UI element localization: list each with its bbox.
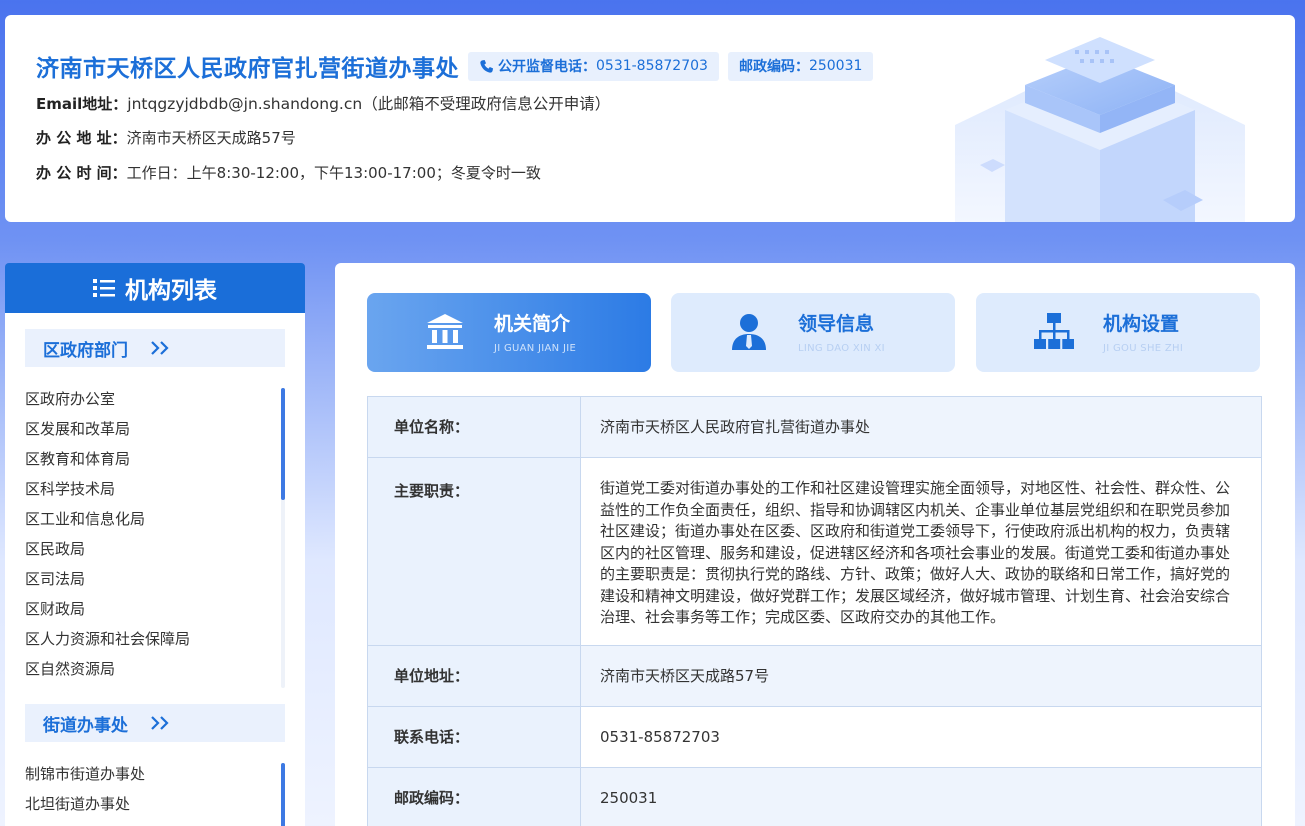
list-item[interactable]: 北坦街道办事处 xyxy=(25,789,285,819)
tab-org-structure[interactable]: 机构设置 JI GOU SHE ZHI xyxy=(976,293,1260,372)
zip-code-label: 邮政编码： xyxy=(367,766,581,826)
list-item[interactable]: 区民政局 xyxy=(25,534,285,564)
hours-label: 办 公 时 间： xyxy=(36,164,127,182)
section-title: 区政府部门 xyxy=(43,340,128,361)
section-government-departments[interactable]: 区政府部门 xyxy=(25,329,285,367)
address-line: 办 公 地 址：济南市天桥区天成路57号 xyxy=(36,127,296,148)
institution-info-table: 单位名称： 济南市天桥区人民政府官扎营街道办事处 主要职责： 街道党工委对街道办… xyxy=(367,396,1262,826)
double-chevron-right-icon xyxy=(151,341,169,355)
street-office-list: 制锦市街道办事处 北坦街道办事处 xyxy=(25,759,285,819)
department-list-scrollbar[interactable] xyxy=(281,388,285,688)
building-illustration-icon xyxy=(955,37,1245,222)
org-chart-icon xyxy=(1034,313,1074,349)
tab-title: 领导信息 xyxy=(798,313,875,335)
hours-value: 工作日：上午8:30-12:00，下午13:00-17:00；冬夏令时一致 xyxy=(126,164,541,182)
zip-value: 250031 xyxy=(808,58,863,74)
unit-address-value: 济南市天桥区天成路57号 xyxy=(580,644,1262,707)
table-row: 联系电话： 0531-85872703 xyxy=(367,705,1262,768)
list-item[interactable]: 区发展和改革局 xyxy=(25,414,285,444)
department-list: 区政府办公室 区发展和改革局 区教育和体育局 区科学技术局 区工业和信息化局 区… xyxy=(25,384,285,684)
zip-badge: 邮政编码： 250031 xyxy=(727,51,874,81)
email-label: Email地址： xyxy=(36,95,128,113)
sidebar-header: 机构列表 xyxy=(5,263,305,313)
sidebar-title: 机构列表 xyxy=(125,278,217,304)
hours-line: 办 公 时 间：工作日：上午8:30-12:00，下午13:00-17:00；冬… xyxy=(36,162,541,183)
institution-icon xyxy=(427,314,463,349)
list-item[interactable]: 区人力资源和社会保障局 xyxy=(25,624,285,654)
tab-title: 机关简介 xyxy=(494,313,571,335)
unit-address-label: 单位地址： xyxy=(367,644,581,707)
address-label: 办 公 地 址： xyxy=(36,129,127,147)
section-title: 街道办事处 xyxy=(43,715,128,736)
table-row: 主要职责： 街道党工委对街道办事处的工作和社区建设管理实施全面领导，对地区性、社… xyxy=(367,457,1262,646)
street-list-scrollbar[interactable] xyxy=(281,763,285,826)
contact-phone-label: 联系电话： xyxy=(367,705,581,768)
unit-name-value: 济南市天桥区人民政府官扎营街道办事处 xyxy=(580,396,1262,458)
email-line: Email地址：jntqgzyjdbdb@jn.shandong.cn（此邮箱不… xyxy=(36,92,610,114)
contact-phone-value: 0531-85872703 xyxy=(580,705,1262,768)
zip-label: 邮政编码： xyxy=(738,59,809,75)
tab-subtitle: JI GOU SHE ZHI xyxy=(1103,343,1184,354)
table-row: 邮政编码： 250031 xyxy=(367,766,1262,826)
list-item[interactable]: 区教育和体育局 xyxy=(25,444,285,474)
tab-title: 机构设置 xyxy=(1103,313,1180,335)
phone-label: 公开监督电话： xyxy=(498,59,596,75)
list-item[interactable]: 区自然资源局 xyxy=(25,654,285,684)
header-card: 济南市天桥区人民政府官扎营街道办事处 公开监督电话： 0531-85872703… xyxy=(5,15,1295,222)
sidebar: 区政府部门 区政府办公室 区发展和改革局 区教育和体育局 区科学技术局 区工业和… xyxy=(5,313,305,826)
list-icon xyxy=(93,279,115,297)
unit-name-label: 单位名称： xyxy=(367,396,581,458)
main-panel: 机关简介 JI GUAN JIAN JIE 领导信息 LING DAO XIN … xyxy=(335,263,1295,826)
list-item[interactable]: 制锦市街道办事处 xyxy=(25,759,285,789)
email-value: jntqgzyjdbdb@jn.shandong.cn（此邮箱不受理政府信息公开… xyxy=(127,95,611,113)
phone-badge: 公开监督电话： 0531-85872703 xyxy=(468,51,719,81)
duty-value: 街道党工委对街道办事处的工作和社区建设管理实施全面领导，对地区性、社会性、群众性… xyxy=(580,457,1262,646)
address-value: 济南市天桥区天成路57号 xyxy=(126,129,296,147)
page-title: 济南市天桥区人民政府官扎营街道办事处 xyxy=(36,56,459,82)
scrollbar-thumb[interactable] xyxy=(281,388,285,500)
duty-label: 主要职责： xyxy=(367,457,581,646)
list-item[interactable]: 区政府办公室 xyxy=(25,384,285,414)
tab-institution-intro[interactable]: 机关简介 JI GUAN JIAN JIE xyxy=(367,293,651,372)
leader-icon xyxy=(732,314,766,350)
section-street-offices[interactable]: 街道办事处 xyxy=(25,704,285,742)
zip-code-value: 250031 xyxy=(580,766,1262,826)
tab-leader-info[interactable]: 领导信息 LING DAO XIN XI xyxy=(671,293,955,372)
table-row: 单位地址： 济南市天桥区天成路57号 xyxy=(367,644,1262,707)
list-item[interactable]: 区财政局 xyxy=(25,594,285,624)
table-row: 单位名称： 济南市天桥区人民政府官扎营街道办事处 xyxy=(367,396,1262,458)
phone-icon xyxy=(480,59,494,73)
list-item[interactable]: 区科学技术局 xyxy=(25,474,285,504)
double-chevron-right-icon xyxy=(151,716,169,730)
tab-subtitle: LING DAO XIN XI xyxy=(798,343,885,354)
tab-subtitle: JI GUAN JIAN JIE xyxy=(494,343,577,354)
phone-value: 0531-85872703 xyxy=(596,58,708,74)
list-item[interactable]: 区司法局 xyxy=(25,564,285,594)
scrollbar-thumb[interactable] xyxy=(281,763,285,826)
list-item[interactable]: 区工业和信息化局 xyxy=(25,504,285,534)
header-title-row: 济南市天桥区人民政府官扎营街道办事处 公开监督电话： 0531-85872703… xyxy=(36,49,874,83)
